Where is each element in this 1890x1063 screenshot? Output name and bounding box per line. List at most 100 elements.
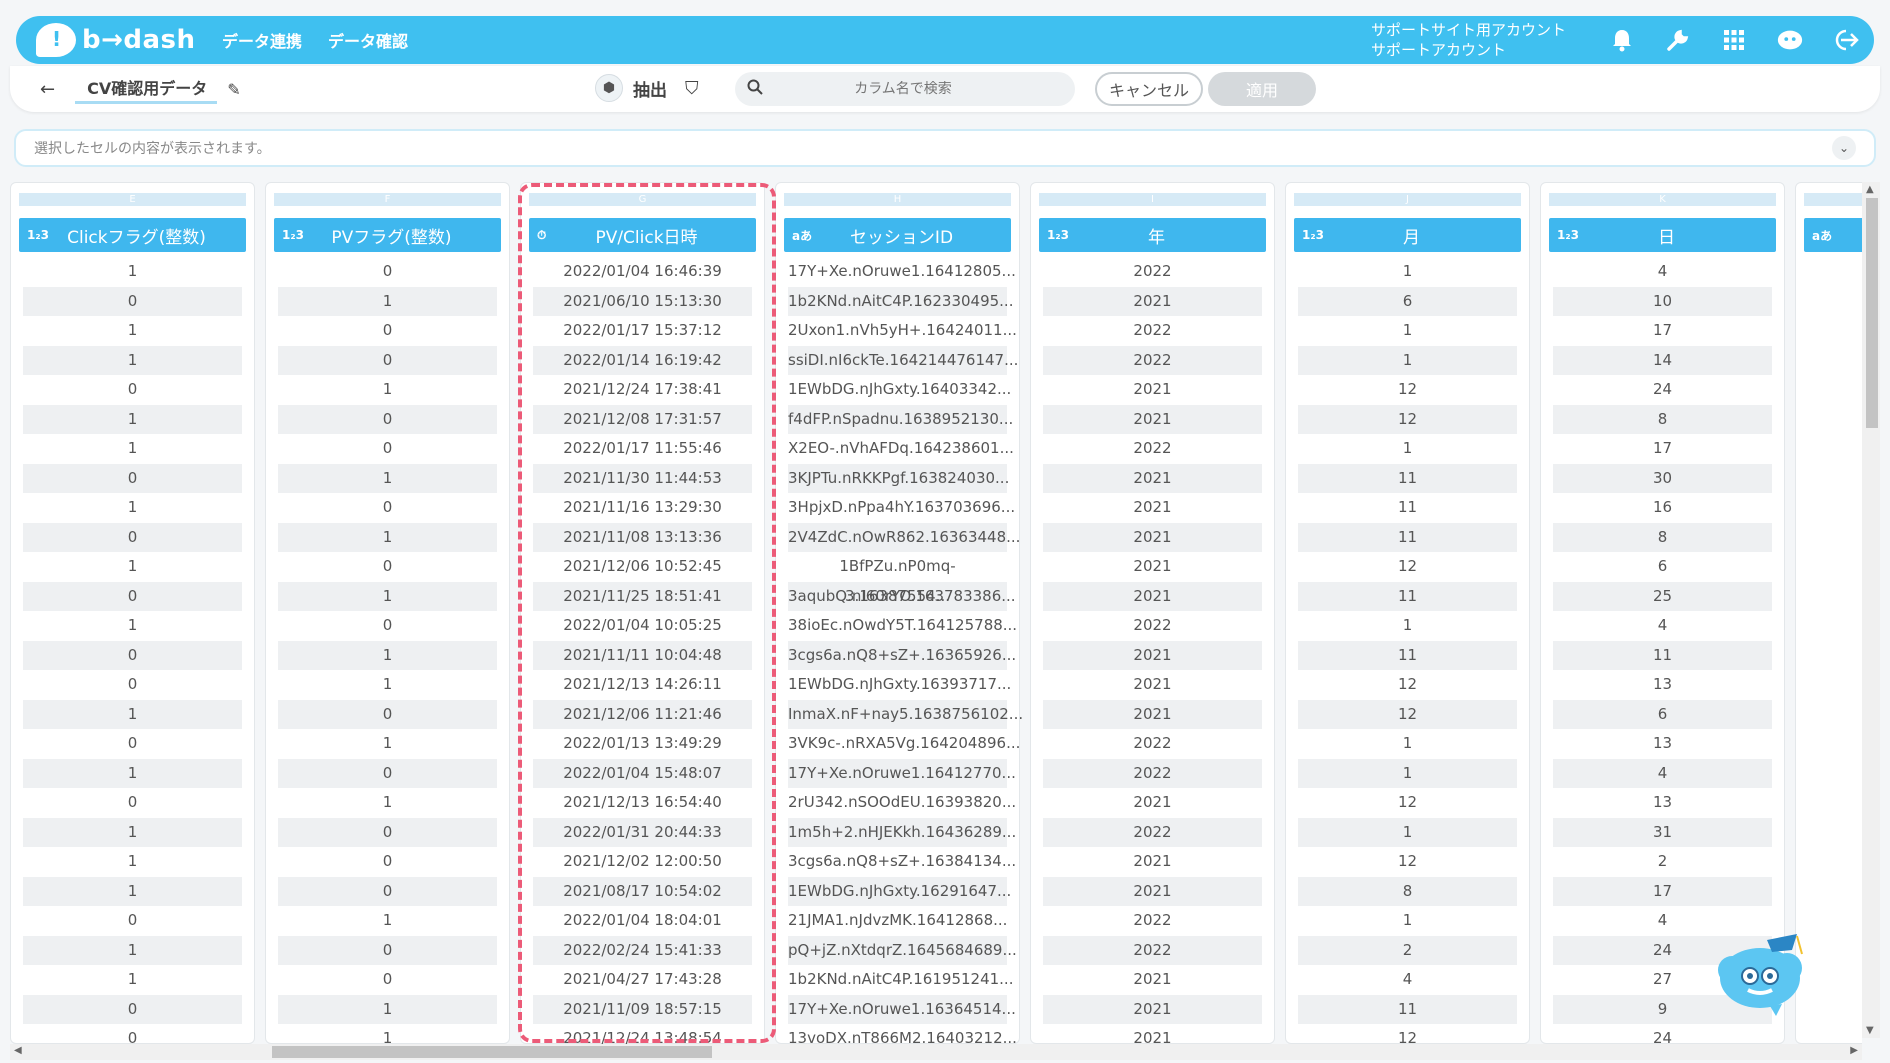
grid-cell[interactable]: 0 [278,876,497,906]
grid-cell[interactable]: 12 [1298,670,1517,700]
grid-cell[interactable]: 2021 [1043,286,1262,316]
grid-cell[interactable]: 3HpjxD.nPpa4hY.163703696... [788,493,1015,523]
grid-cell[interactable]: 0 [23,640,242,670]
chevron-down-icon[interactable]: ⌄ [1832,136,1856,160]
grid-cell[interactable]: 0 [278,434,497,464]
grid-cell[interactable]: 2021 [1043,994,1262,1024]
grid-cell[interactable]: 2022/01/31 20:44:33 [533,817,752,847]
grid-cell[interactable]: 0 [278,552,497,582]
grid-cell[interactable]: 0 [278,611,497,641]
grid-cell[interactable]: 4 [1553,611,1772,641]
grid-cell[interactable]: 17 [1553,434,1772,464]
grid-cell[interactable]: 0 [278,847,497,877]
grid-cell[interactable]: 1 [278,729,497,759]
grid-cell[interactable]: 1b2KNd.nAitC4P.162330495... [788,286,1013,316]
grid-cell[interactable]: 0 [278,758,497,788]
vertical-scrollbar[interactable]: ▲ ▼ [1862,182,1880,1038]
scroll-right-arrow[interactable]: ▶ [1850,1045,1858,1056]
grid-cell[interactable]: 2021/04/27 17:43:28 [533,965,752,995]
grid-cell[interactable]: 6 [1298,286,1517,316]
grid-cell[interactable]: 16 [1553,493,1772,523]
grid-cell[interactable]: 1 [23,434,242,464]
grid-cell[interactable]: 1 [278,375,497,405]
account-info[interactable]: サポートサイト用アカウント サポートアカウント [1371,20,1566,60]
grid-cell[interactable]: 2021/12/06 11:21:46 [533,699,752,729]
grid-cell[interactable]: 12 [1298,788,1517,818]
grid-cell[interactable]: 1 [23,817,242,847]
grid-cell[interactable]: 1 [23,552,242,582]
grid-cell[interactable]: 17 [1553,316,1772,346]
grid-cell[interactable]: InmaX.nF+nay5.1638756102... [788,699,1023,729]
scroll-up-arrow[interactable]: ▲ [1866,184,1874,195]
grid-cell[interactable]: 2022 [1043,906,1262,936]
grid-cell[interactable]: 2022/01/04 15:48:07 [533,758,752,788]
grid-cell[interactable]: 13 [1553,670,1772,700]
grid-cell[interactable]: 2022/01/04 10:05:25 [533,611,752,641]
grid-cell[interactable]: 2022 [1043,817,1262,847]
grid-cell[interactable]: 13 [1553,729,1772,759]
grid-cell[interactable]: 1 [278,670,497,700]
grid-cell[interactable]: 0 [23,286,242,316]
grid-cell[interactable]: 0 [278,493,497,523]
grid-cell[interactable]: 2021 [1043,522,1262,552]
grid-cell[interactable]: 17 [1553,876,1772,906]
grid-cell[interactable]: 1 [1298,906,1517,936]
grid-cell[interactable]: 11 [1298,463,1517,493]
column-h[interactable]: H aあ セッションID 17Y+Xe.nOruwe1.16412805... 1… [775,182,1023,1044]
grid-cell[interactable]: 0 [23,522,242,552]
shield-icon[interactable]: ⛉ [685,78,699,99]
grid-cell[interactable]: 1 [278,581,497,611]
grid-cell[interactable]: 8 [1553,404,1772,434]
grid-cell[interactable]: 2022 [1043,935,1262,965]
pencil-icon[interactable]: ✎ [227,80,240,99]
grid-cell[interactable]: 2021 [1043,581,1262,611]
apps-grid-icon[interactable] [1720,26,1748,54]
grid-cell[interactable]: 0 [278,699,497,729]
cancel-button[interactable]: キャンセル [1095,72,1203,106]
grid-cell[interactable]: 1 [23,257,242,287]
column-e[interactable]: E 1₂3 Clickフラグ(整数) 101101101010100101011… [10,182,255,1044]
grid-cell[interactable]: 1EWbDG.nJhGxty.16393717... [788,670,1011,700]
grid-cell[interactable]: 2021/08/17 10:54:02 [533,876,752,906]
column-i[interactable]: I 1₂3 年 2022 2021 2022 2022 2021 2021 2022 2021… [1030,182,1275,1044]
grid-cell[interactable]: 2021 [1043,463,1262,493]
grid-cell[interactable]: 1 [23,935,242,965]
grid-cell[interactable]: 2021 [1043,670,1262,700]
column-header[interactable]: 1₂3 日 [1549,218,1776,252]
column-j[interactable]: J 1₂3 月 1 6 1 1 12 12 1 11 11 11 12 11 1 11 12 12 1 1 12 1 1… [1285,182,1530,1044]
grid-cell[interactable]: 0 [23,463,242,493]
grid-cell[interactable]: 2021/12/13 14:26:11 [533,670,752,700]
column-f[interactable]: F 1₂3 PVフラグ(整数) 010010010101011010100010… [265,182,510,1044]
grid-cell[interactable]: 2022 [1043,257,1262,287]
grid-cell[interactable]: 1 [23,493,242,523]
grid-cell[interactable]: 1 [23,847,242,877]
grid-cell[interactable]: 3KJPTu.nRKKPgf.163824030... [788,463,1009,493]
grid-cell[interactable]: 2021/12/02 12:00:50 [533,847,752,877]
grid-cell[interactable]: 2022/01/04 16:46:39 [533,257,752,287]
grid-cell[interactable]: 6 [1553,699,1772,729]
grid-cell[interactable]: 17Y+Xe.nOruwe1.16364514... [788,994,1016,1024]
arrow-left-icon[interactable]: ← [40,79,55,100]
grid-cell[interactable]: 1 [23,316,242,346]
grid-cell[interactable]: 13voDX.nT866M2.16403212... [788,1024,1017,1044]
grid-cell[interactable]: 2022 [1043,611,1262,641]
grid-cell[interactable]: ssiDI.nI6ckTe.164214476147... [788,345,1018,375]
nav-data-check[interactable]: データ確認 [328,28,408,52]
horizontal-scrollbar[interactable]: ◀ ▶ [10,1044,1862,1060]
grid-cell[interactable]: 2rU342.nSOOdEU.16393820... [788,788,1016,818]
grid-cell[interactable]: 2021/12/24 13:48:54 [533,1024,752,1044]
grid-cell[interactable]: 0 [278,817,497,847]
grid-cell[interactable]: 17Y+Xe.nOruwe1.16412805... [788,257,1016,287]
grid-cell[interactable]: 1 [278,286,497,316]
grid-cell[interactable]: 0 [278,345,497,375]
grid-cell[interactable]: 2022/01/04 18:04:01 [533,906,752,936]
grid-cell[interactable]: 2021 [1043,965,1262,995]
extract-label[interactable]: 抽出 [633,76,667,101]
grid-cell[interactable]: 2021 [1043,876,1262,906]
grid-cell[interactable]: 12 [1298,847,1517,877]
grid-cell[interactable]: 2022 [1043,316,1262,346]
grid-cell[interactable]: 1 [278,906,497,936]
grid-cell[interactable]: 4 [1553,758,1772,788]
grid-cell[interactable]: 12 [1298,699,1517,729]
grid-cell[interactable]: 3aqubQ.nI60rYO.163783386... [788,581,1016,611]
